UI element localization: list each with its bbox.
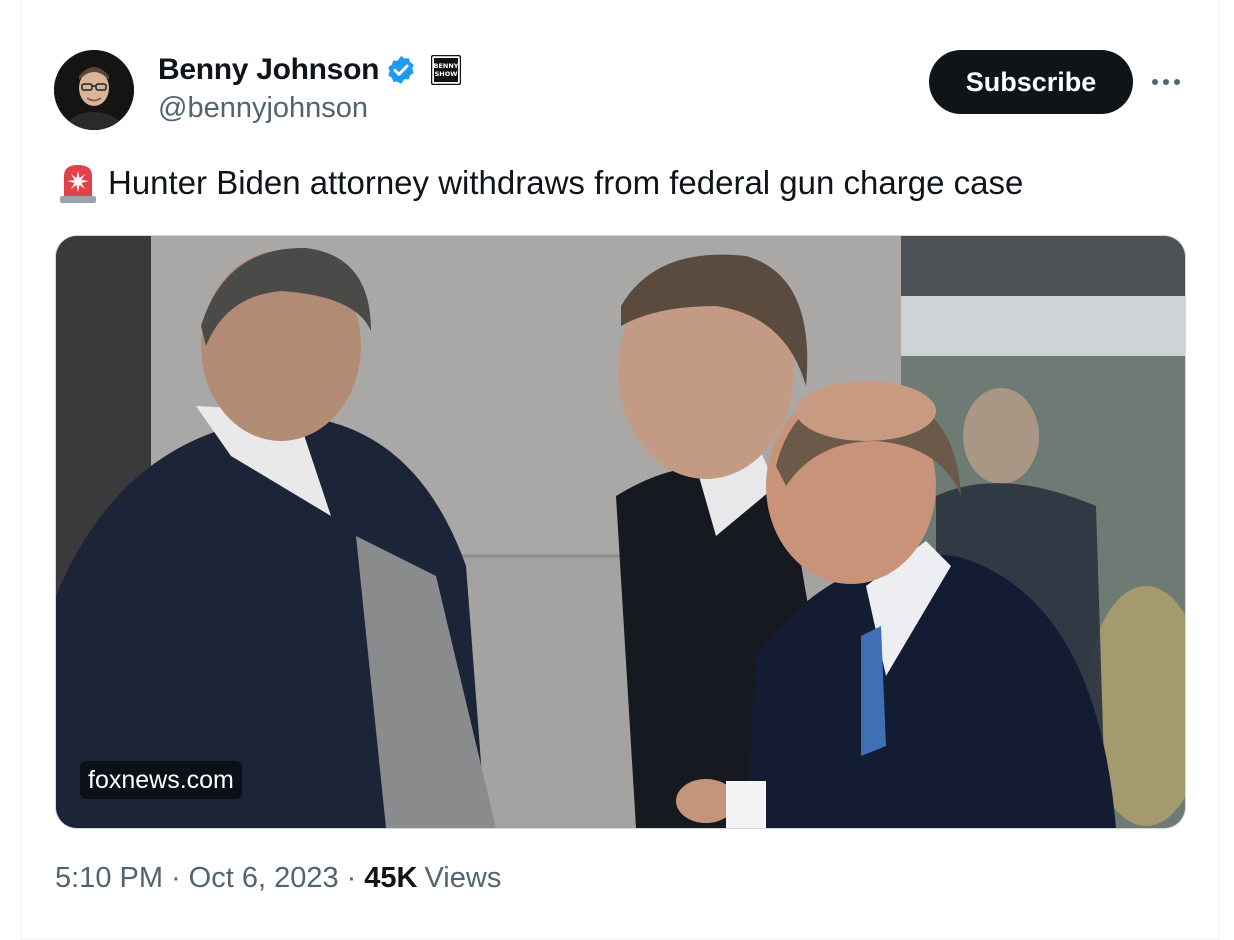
affiliate-badge-icon[interactable]: BENNY SHOW — [431, 55, 462, 85]
meta-separator: · — [171, 862, 181, 894]
views-count[interactable]: 45K — [364, 862, 417, 895]
author-display-name[interactable]: Benny Johnson — [158, 53, 379, 87]
tweet-time[interactable]: 5:10 PM — [55, 862, 163, 895]
tweet-media[interactable]: foxnews.com — [55, 235, 1186, 829]
author-name-row: Benny Johnson BENNY SHOW — [158, 52, 462, 88]
news-photo — [56, 236, 1185, 828]
avatar-photo — [54, 50, 134, 130]
more-options-icon[interactable] — [1146, 62, 1186, 102]
views-label[interactable]: Views — [424, 862, 501, 895]
tweet-meta: 5:10 PM · Oct 6, 2023 · 45K Views — [55, 862, 501, 895]
author-handle[interactable]: @bennyjohnson — [158, 92, 368, 125]
rotating-light-icon — [58, 162, 98, 204]
svg-text:SHOW: SHOW — [435, 70, 458, 78]
author-avatar[interactable] — [54, 50, 134, 130]
subscribe-button[interactable]: Subscribe — [929, 50, 1133, 114]
tweet-text: Hunter Biden attorney withdraws from fed… — [108, 164, 1024, 201]
svg-text:BENNY: BENNY — [434, 62, 459, 70]
tweet-date[interactable]: Oct 6, 2023 — [189, 862, 339, 895]
tweet-text-row: Hunter Biden attorney withdraws from fed… — [58, 162, 1023, 204]
verified-badge-icon — [385, 54, 417, 86]
meta-separator: · — [346, 862, 357, 894]
media-source-label: foxnews.com — [80, 761, 242, 799]
